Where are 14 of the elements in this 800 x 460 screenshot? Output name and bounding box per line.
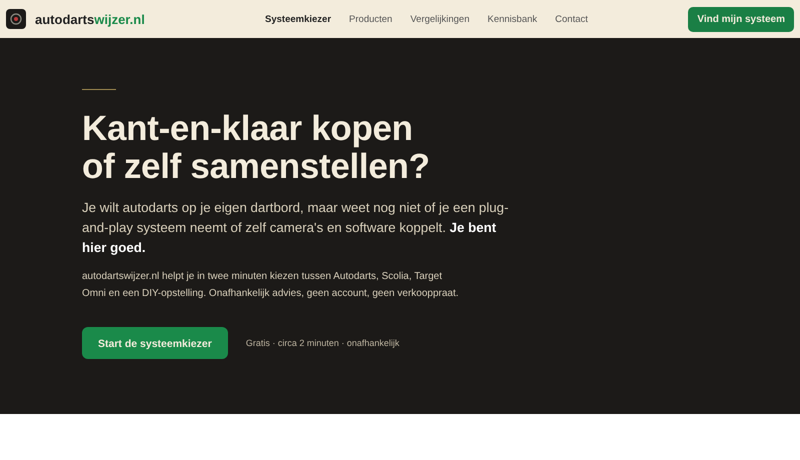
info-note: Gratis · circa 2 minuten · onafhankelijk [246,338,400,348]
find-system-button[interactable]: Vind mijn systeem [688,6,794,32]
hero-title: of zelf samenstellen? [82,148,430,186]
nav-link[interactable]: Kennisbank [478,14,546,24]
lead-paragraph: Je wilt autodarts op je eigen dartbord, maar weet nog niet of je een plug-and-play systeem neemt of zelf camera's en software koppelt. Je bent hier goed. [82,199,510,257]
nav-link[interactable]: Systeemkiezer [256,14,340,24]
logo-icon [6,9,26,29]
start-button[interactable]: Start de systeemkiezer [82,327,228,359]
body-paragraph: autodartswijzer.nl helpt je in twee minuten kiezen tussen Autodarts, Scolia, Target Omni en een DIY-opstelling. Onafhankelijk advies, geen account, geen verkooppraat. [82,270,460,301]
nav-link[interactable]: Contact [546,14,597,24]
logo-text[interactable]: autodartswijzer.nl [35,12,145,26]
nav-link[interactable]: Producten [340,14,402,24]
hero-title: Kant-en-klaar kopen [82,110,413,148]
nav-link[interactable]: Vergelijkingen [401,14,478,24]
